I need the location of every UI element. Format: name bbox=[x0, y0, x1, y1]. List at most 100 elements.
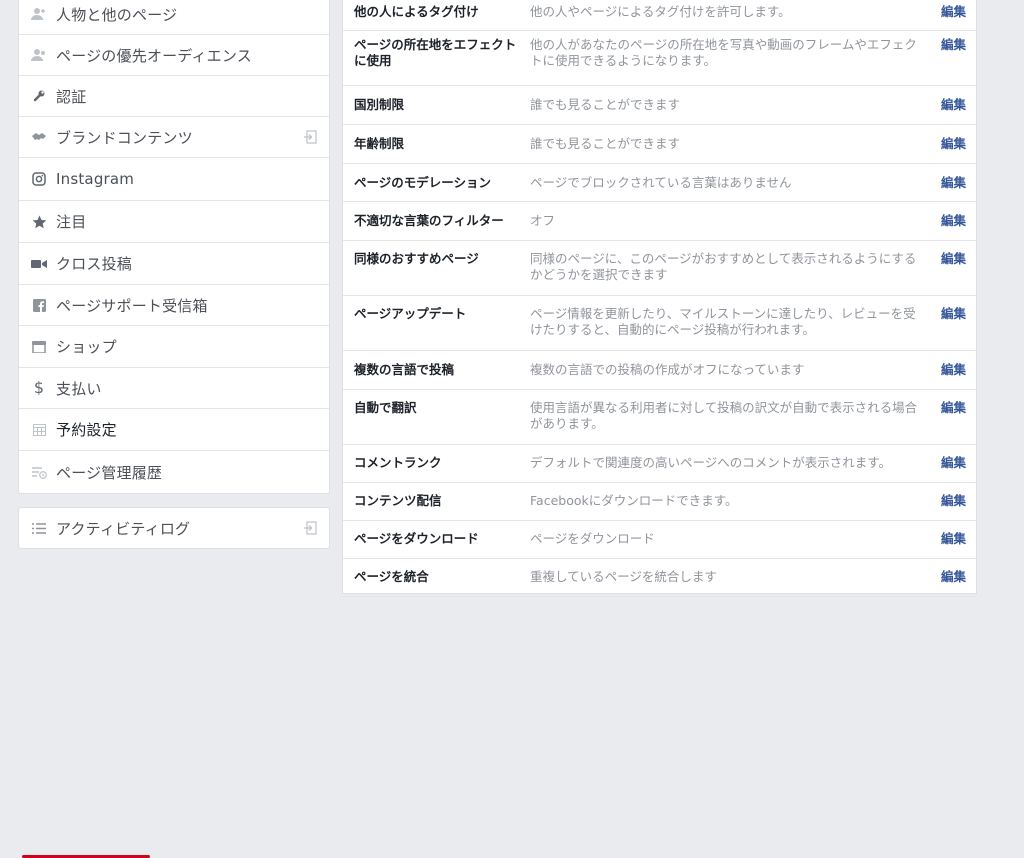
wrench-icon bbox=[31, 88, 47, 104]
settings-row: 不適切な言葉のフィルター オフ 編集 bbox=[343, 202, 976, 241]
settings-row: 自動で翻訳 使用言語が異なる利用者に対して投稿の訳文が自動で表示される場合があり… bbox=[343, 390, 976, 445]
edit-link[interactable]: 編集 bbox=[941, 306, 966, 322]
row-label: ページのモデレーション bbox=[354, 175, 492, 190]
settings-row: コンテンツ配信 Facebookにダウンロードできます。 編集 bbox=[343, 483, 976, 521]
row-value: ページ情報を更新したり、マイルストーンに達したり、レビューを受けたりすると、自動… bbox=[530, 306, 916, 337]
row-label: 不適切な言葉のフィルター bbox=[354, 213, 504, 228]
sidebar-item-label: ブランドコンテンツ bbox=[56, 128, 193, 147]
settings-sidebar: 人物と他のページ ページの優先オーディエンス 認証 ブランドコンテンツ Inst… bbox=[18, 0, 330, 858]
sidebar-item-crossposting[interactable]: クロス投稿 bbox=[19, 243, 329, 285]
sidebar-item-label: ページの優先オーディエンス bbox=[56, 46, 252, 65]
sidebar-item-featured[interactable]: 注目 bbox=[19, 201, 329, 243]
sidebar-item-label: 予約設定 bbox=[56, 421, 117, 439]
sidebar-item-verification[interactable]: 認証 bbox=[19, 76, 329, 117]
edit-link[interactable]: 編集 bbox=[941, 97, 966, 113]
sidebar-item-branded-content[interactable]: ブランドコンテンツ bbox=[19, 117, 329, 158]
row-value: 同様のページに、このページがおすすめとして表示されるようにするかどうかを選択でき… bbox=[530, 251, 917, 282]
row-label: ページの所在地をエフェクトに使用 bbox=[354, 37, 517, 68]
settings-row: コメントランク デフォルトで関連度の高いページへのコメントが表示されます。 編集 bbox=[343, 445, 976, 483]
sidebar-item-label: ショップ bbox=[56, 338, 117, 356]
edit-link[interactable]: 編集 bbox=[941, 175, 966, 191]
sidebar-item-label: Instagram bbox=[56, 170, 135, 188]
row-value: デフォルトで関連度の高いページへのコメントが表示されます。 bbox=[530, 455, 892, 470]
activity-log-card: アクティビティログ bbox=[18, 507, 330, 549]
row-value: Facebookにダウンロードできます。 bbox=[530, 493, 738, 508]
row-value: ページをダウンロード bbox=[530, 531, 655, 546]
settings-row: ページを統合 重複しているページを統合します 編集 bbox=[343, 559, 976, 597]
edit-link[interactable]: 編集 bbox=[941, 400, 966, 416]
instagram-icon bbox=[31, 171, 47, 187]
settings-row: ページアップデート ページ情報を更新したり、マイルストーンに達したり、レビューを… bbox=[343, 296, 976, 351]
external-link-icon[interactable] bbox=[303, 129, 317, 144]
row-label: コメントランク bbox=[354, 455, 442, 470]
edit-link[interactable]: 編集 bbox=[941, 251, 966, 267]
row-value: 誰でも見ることができます bbox=[530, 97, 681, 112]
sidebar-item-label: アクティビティログ bbox=[56, 519, 191, 538]
calendar-icon bbox=[31, 422, 47, 438]
settings-row: ページのモデレーション ページでブロックされている言葉はありません 編集 bbox=[343, 164, 976, 202]
row-label: コンテンツ配信 bbox=[354, 493, 442, 508]
dollar-icon: $ bbox=[33, 378, 45, 397]
sidebar-item-appointments[interactable]: 予約設定 bbox=[19, 409, 329, 858]
edit-link[interactable]: 編集 bbox=[941, 493, 966, 509]
row-label: 年齢制限 bbox=[354, 136, 405, 151]
edit-link[interactable]: 編集 bbox=[941, 569, 966, 585]
settings-row: ページの所在地をエフェクトに使用 他の人があなたのページの所在地を写真や動画のフ… bbox=[343, 31, 976, 86]
settings-table: 他の人によるタグ付け 他の人やページによるタグ付けを許可します。 編集 ページの… bbox=[342, 0, 977, 597]
sidebar-item-label: 認証 bbox=[56, 87, 87, 106]
edit-link[interactable]: 編集 bbox=[941, 136, 966, 152]
row-value: 使用言語が異なる利用者に対して投稿の訳文が自動で表示される場合があります。 bbox=[530, 400, 918, 431]
settings-row: 複数の言語で投稿 複数の言語での投稿の作成がオフになっています 編集 bbox=[343, 351, 976, 390]
edit-link[interactable]: 編集 bbox=[941, 213, 966, 229]
settings-row: 他の人によるタグ付け 他の人やページによるタグ付けを許可します。 編集 bbox=[343, 0, 976, 31]
sidebar-item-payments[interactable]: $ 支払い bbox=[19, 368, 329, 409]
facebook-icon bbox=[31, 297, 47, 313]
sidebar-item-shop[interactable]: ショップ bbox=[19, 326, 329, 368]
video-camera-icon bbox=[31, 256, 47, 272]
sidebar-item-label: クロス投稿 bbox=[56, 255, 133, 273]
shop-icon bbox=[31, 339, 47, 355]
sidebar-item-label: ページサポート受信箱 bbox=[56, 296, 208, 315]
row-value: 重複しているページを統合します bbox=[530, 569, 717, 584]
row-label: ページアップデート bbox=[354, 306, 467, 321]
sidebar-item-support-inbox[interactable]: ページサポート受信箱 bbox=[19, 285, 329, 326]
sidebar-item-instagram[interactable]: Instagram bbox=[19, 158, 329, 201]
star-icon bbox=[31, 214, 47, 230]
people-icon bbox=[31, 47, 47, 63]
sidebar-item-activity-log[interactable]: アクティビティログ bbox=[19, 508, 329, 548]
row-value: 誰でも見ることができます bbox=[530, 136, 681, 151]
settings-row: 同様のおすすめページ 同様のページに、このページがおすすめとして表示されるように… bbox=[343, 241, 976, 296]
row-value: 他の人があなたのページの所在地を写真や動画のフレームやエフェクトに使用できるよう… bbox=[530, 37, 917, 68]
sidebar-item-page-history[interactable]: ページ管理履歴 bbox=[19, 451, 329, 493]
sidebar-item-preferred-audience[interactable]: ページの優先オーディエンス bbox=[19, 35, 329, 76]
sidebar-item-label: 注目 bbox=[56, 213, 87, 231]
row-value: オフ bbox=[530, 213, 556, 228]
row-label: 複数の言語で投稿 bbox=[354, 362, 455, 377]
row-value: 複数の言語での投稿の作成がオフになっています bbox=[530, 362, 805, 377]
sidebar-item-label: 人物と他のページ bbox=[56, 5, 178, 24]
sidebar-item-label: ページ管理履歴 bbox=[56, 463, 163, 482]
settings-row: ページをダウンロード ページをダウンロード 編集 bbox=[343, 521, 976, 559]
handshake-icon bbox=[31, 129, 47, 145]
settings-row: 国別制限 誰でも見ることができます 編集 bbox=[343, 86, 976, 125]
people-icon bbox=[31, 6, 47, 22]
external-link-icon[interactable] bbox=[303, 520, 317, 535]
row-value: 他の人やページによるタグ付けを許可します。 bbox=[530, 4, 791, 19]
settings-row: 年齢制限 誰でも見ることができます 編集 bbox=[343, 125, 976, 164]
edit-link[interactable]: 編集 bbox=[941, 531, 966, 547]
list-icon bbox=[31, 520, 47, 536]
sidebar-item-label: 支払い bbox=[56, 379, 102, 398]
row-label: ページを統合 bbox=[354, 569, 429, 584]
row-label: 自動で翻訳 bbox=[354, 400, 417, 415]
sidebar-item-people[interactable]: 人物と他のページ bbox=[19, 0, 329, 35]
edit-link[interactable]: 編集 bbox=[941, 362, 966, 378]
row-label: ページをダウンロード bbox=[354, 531, 479, 546]
edit-link[interactable]: 編集 bbox=[941, 4, 966, 20]
row-label: 他の人によるタグ付け bbox=[354, 4, 479, 19]
row-value: ページでブロックされている言葉はありません bbox=[530, 175, 792, 190]
row-label: 国別制限 bbox=[354, 97, 405, 112]
row-label: 同様のおすすめページ bbox=[354, 251, 479, 266]
edit-link[interactable]: 編集 bbox=[941, 455, 966, 471]
edit-link[interactable]: 編集 bbox=[941, 37, 966, 53]
history-icon bbox=[31, 464, 47, 480]
